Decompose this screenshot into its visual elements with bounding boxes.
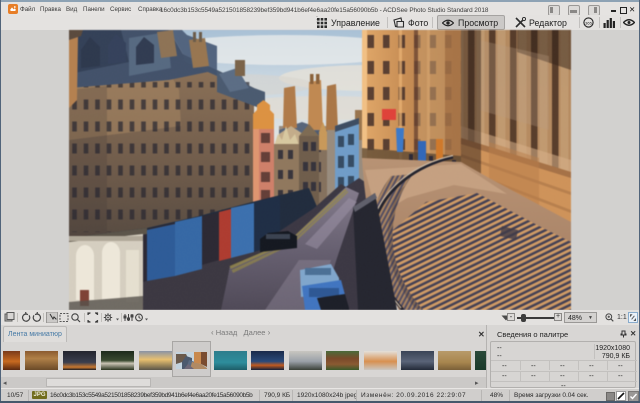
svg-text:365: 365 (585, 20, 592, 25)
